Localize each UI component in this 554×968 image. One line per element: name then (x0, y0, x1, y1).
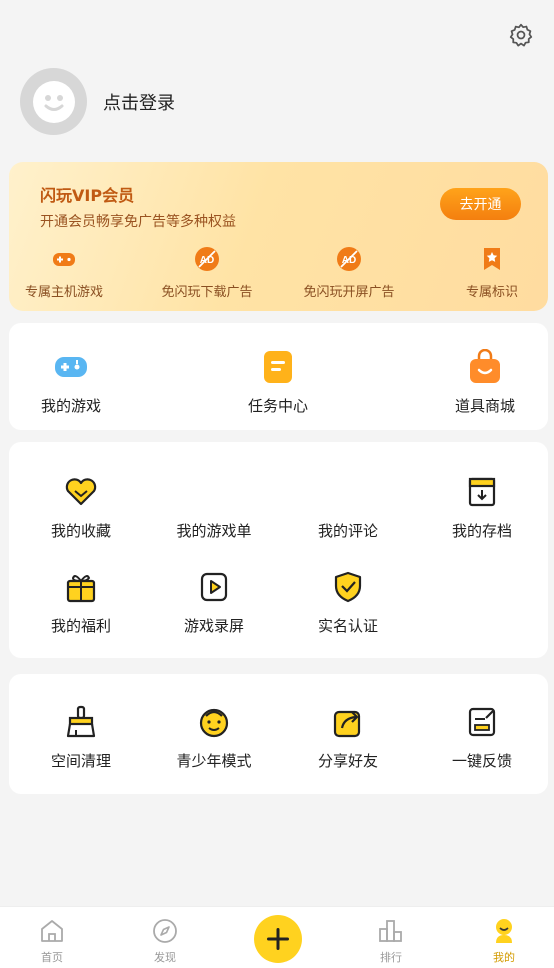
vip-subtitle: 开通会员畅享免广告等多种权益 (40, 214, 236, 230)
real-name-auth-label: 实名认证 (317, 617, 378, 635)
broom-icon (66, 705, 96, 738)
my-saves-label: 我的存档 (451, 522, 512, 540)
add-button[interactable] (254, 915, 302, 963)
my-benefits-label: 我的福利 (50, 617, 111, 635)
nav-home-label: 首页 (41, 951, 63, 964)
vip-feature-no-splash-ads[interactable]: AD 免闪玩开屏广告 (303, 245, 395, 300)
game-list-icon (196, 474, 232, 510)
vip-title: 闪玩VIP会员 (40, 186, 135, 205)
nav-mine-label: 我的 (493, 951, 515, 964)
item-store-button[interactable]: 道具商城 (425, 349, 545, 416)
profile-header[interactable]: 点击登录 (20, 68, 175, 135)
avatar[interactable] (20, 68, 87, 135)
main-actions-card: 我的游戏 任务中心 道具商城 (9, 323, 548, 430)
feedback-label: 一键反馈 (451, 752, 512, 770)
nav-home[interactable]: 首页 (22, 917, 82, 965)
my-saves-button[interactable]: 我的存档 (422, 474, 542, 541)
gear-icon[interactable] (508, 22, 534, 48)
login-link[interactable]: 点击登录 (103, 89, 175, 115)
no-ads-icon: AD (337, 247, 361, 271)
plus-icon (267, 928, 289, 950)
nav-mine[interactable]: 我的 (474, 917, 534, 965)
nav-discover-label: 发现 (154, 951, 176, 964)
game-recording-label: 游戏录屏 (183, 617, 244, 635)
child-face-icon (199, 708, 229, 738)
vip-feature-no-download-ads[interactable]: AD 免闪玩下载广告 (161, 245, 253, 300)
vip-feature-label: 专属标识 (465, 285, 518, 300)
vip-feature-badge[interactable]: 专属标识 (459, 245, 525, 300)
vip-feature-label: 免闪玩下载广告 (161, 285, 253, 300)
shopping-bag-icon (470, 349, 500, 383)
comment-icon (330, 474, 366, 510)
compass-icon (153, 919, 177, 943)
gift-icon (66, 575, 96, 603)
my-games-button[interactable]: 我的游戏 (11, 349, 131, 416)
tools-card: 空间清理 青少年模式 分享好友 一键反馈 (9, 674, 548, 794)
shield-check-icon (334, 571, 362, 603)
my-comments-button[interactable]: 我的评论 (288, 474, 408, 541)
play-screen-icon (200, 572, 228, 602)
my-favorites-label: 我的收藏 (50, 522, 111, 540)
smiley-face-icon (32, 80, 75, 123)
my-game-lists-button[interactable]: 我的游戏单 (154, 474, 274, 541)
bookmark-star-icon (484, 248, 500, 270)
real-name-auth-button[interactable]: 实名认证 (288, 569, 408, 636)
my-items-card: 我的收藏 我的游戏单 我的评论 我的存档 我的福利 游戏录屏 实名认证 (9, 442, 548, 658)
share-friends-label: 分享好友 (317, 752, 378, 770)
teen-mode-label: 青少年模式 (176, 752, 252, 770)
user-mascot-icon (496, 919, 512, 943)
teen-mode-button[interactable]: 青少年模式 (154, 704, 274, 771)
no-ads-icon: AD (195, 247, 219, 271)
my-favorites-button[interactable]: 我的收藏 (21, 474, 141, 541)
edit-note-icon (468, 707, 496, 737)
space-cleanup-button[interactable]: 空间清理 (21, 704, 141, 771)
my-benefits-button[interactable]: 我的福利 (21, 569, 141, 636)
vip-open-button[interactable]: 去开通 (440, 188, 521, 220)
space-cleanup-label: 空间清理 (50, 752, 111, 770)
nav-discover[interactable]: 发现 (135, 917, 195, 965)
nav-rank-label: 排行 (380, 951, 402, 964)
gamepad-icon (53, 253, 75, 266)
share-icon (333, 710, 361, 738)
share-friends-button[interactable]: 分享好友 (288, 704, 408, 771)
home-icon (41, 920, 63, 942)
vip-feature-label: 专属主机游戏 (25, 285, 104, 300)
task-center-label: 任务中心 (247, 397, 308, 415)
gamepad-icon (55, 357, 87, 377)
task-card-icon (264, 351, 292, 383)
task-center-button[interactable]: 任务中心 (218, 349, 338, 416)
vip-banner[interactable]: 闪玩VIP会员 开通会员畅享免广告等多种权益 去开通 专属主机游戏 AD 免闪玩… (9, 162, 548, 311)
archive-box-icon (468, 477, 496, 507)
my-comments-label: 我的评论 (317, 522, 378, 540)
item-store-label: 道具商城 (454, 397, 515, 415)
vip-feature-label: 免闪玩开屏广告 (303, 285, 395, 300)
bar-chart-icon (379, 920, 402, 942)
feedback-button[interactable]: 一键反馈 (422, 704, 542, 771)
nav-rank[interactable]: 排行 (361, 917, 421, 965)
heart-icon (65, 478, 97, 506)
my-game-lists-label: 我的游戏单 (176, 522, 252, 540)
game-recording-button[interactable]: 游戏录屏 (154, 569, 274, 636)
vip-feature-console-games[interactable]: 专属主机游戏 (25, 245, 103, 300)
my-games-label: 我的游戏 (40, 397, 101, 415)
